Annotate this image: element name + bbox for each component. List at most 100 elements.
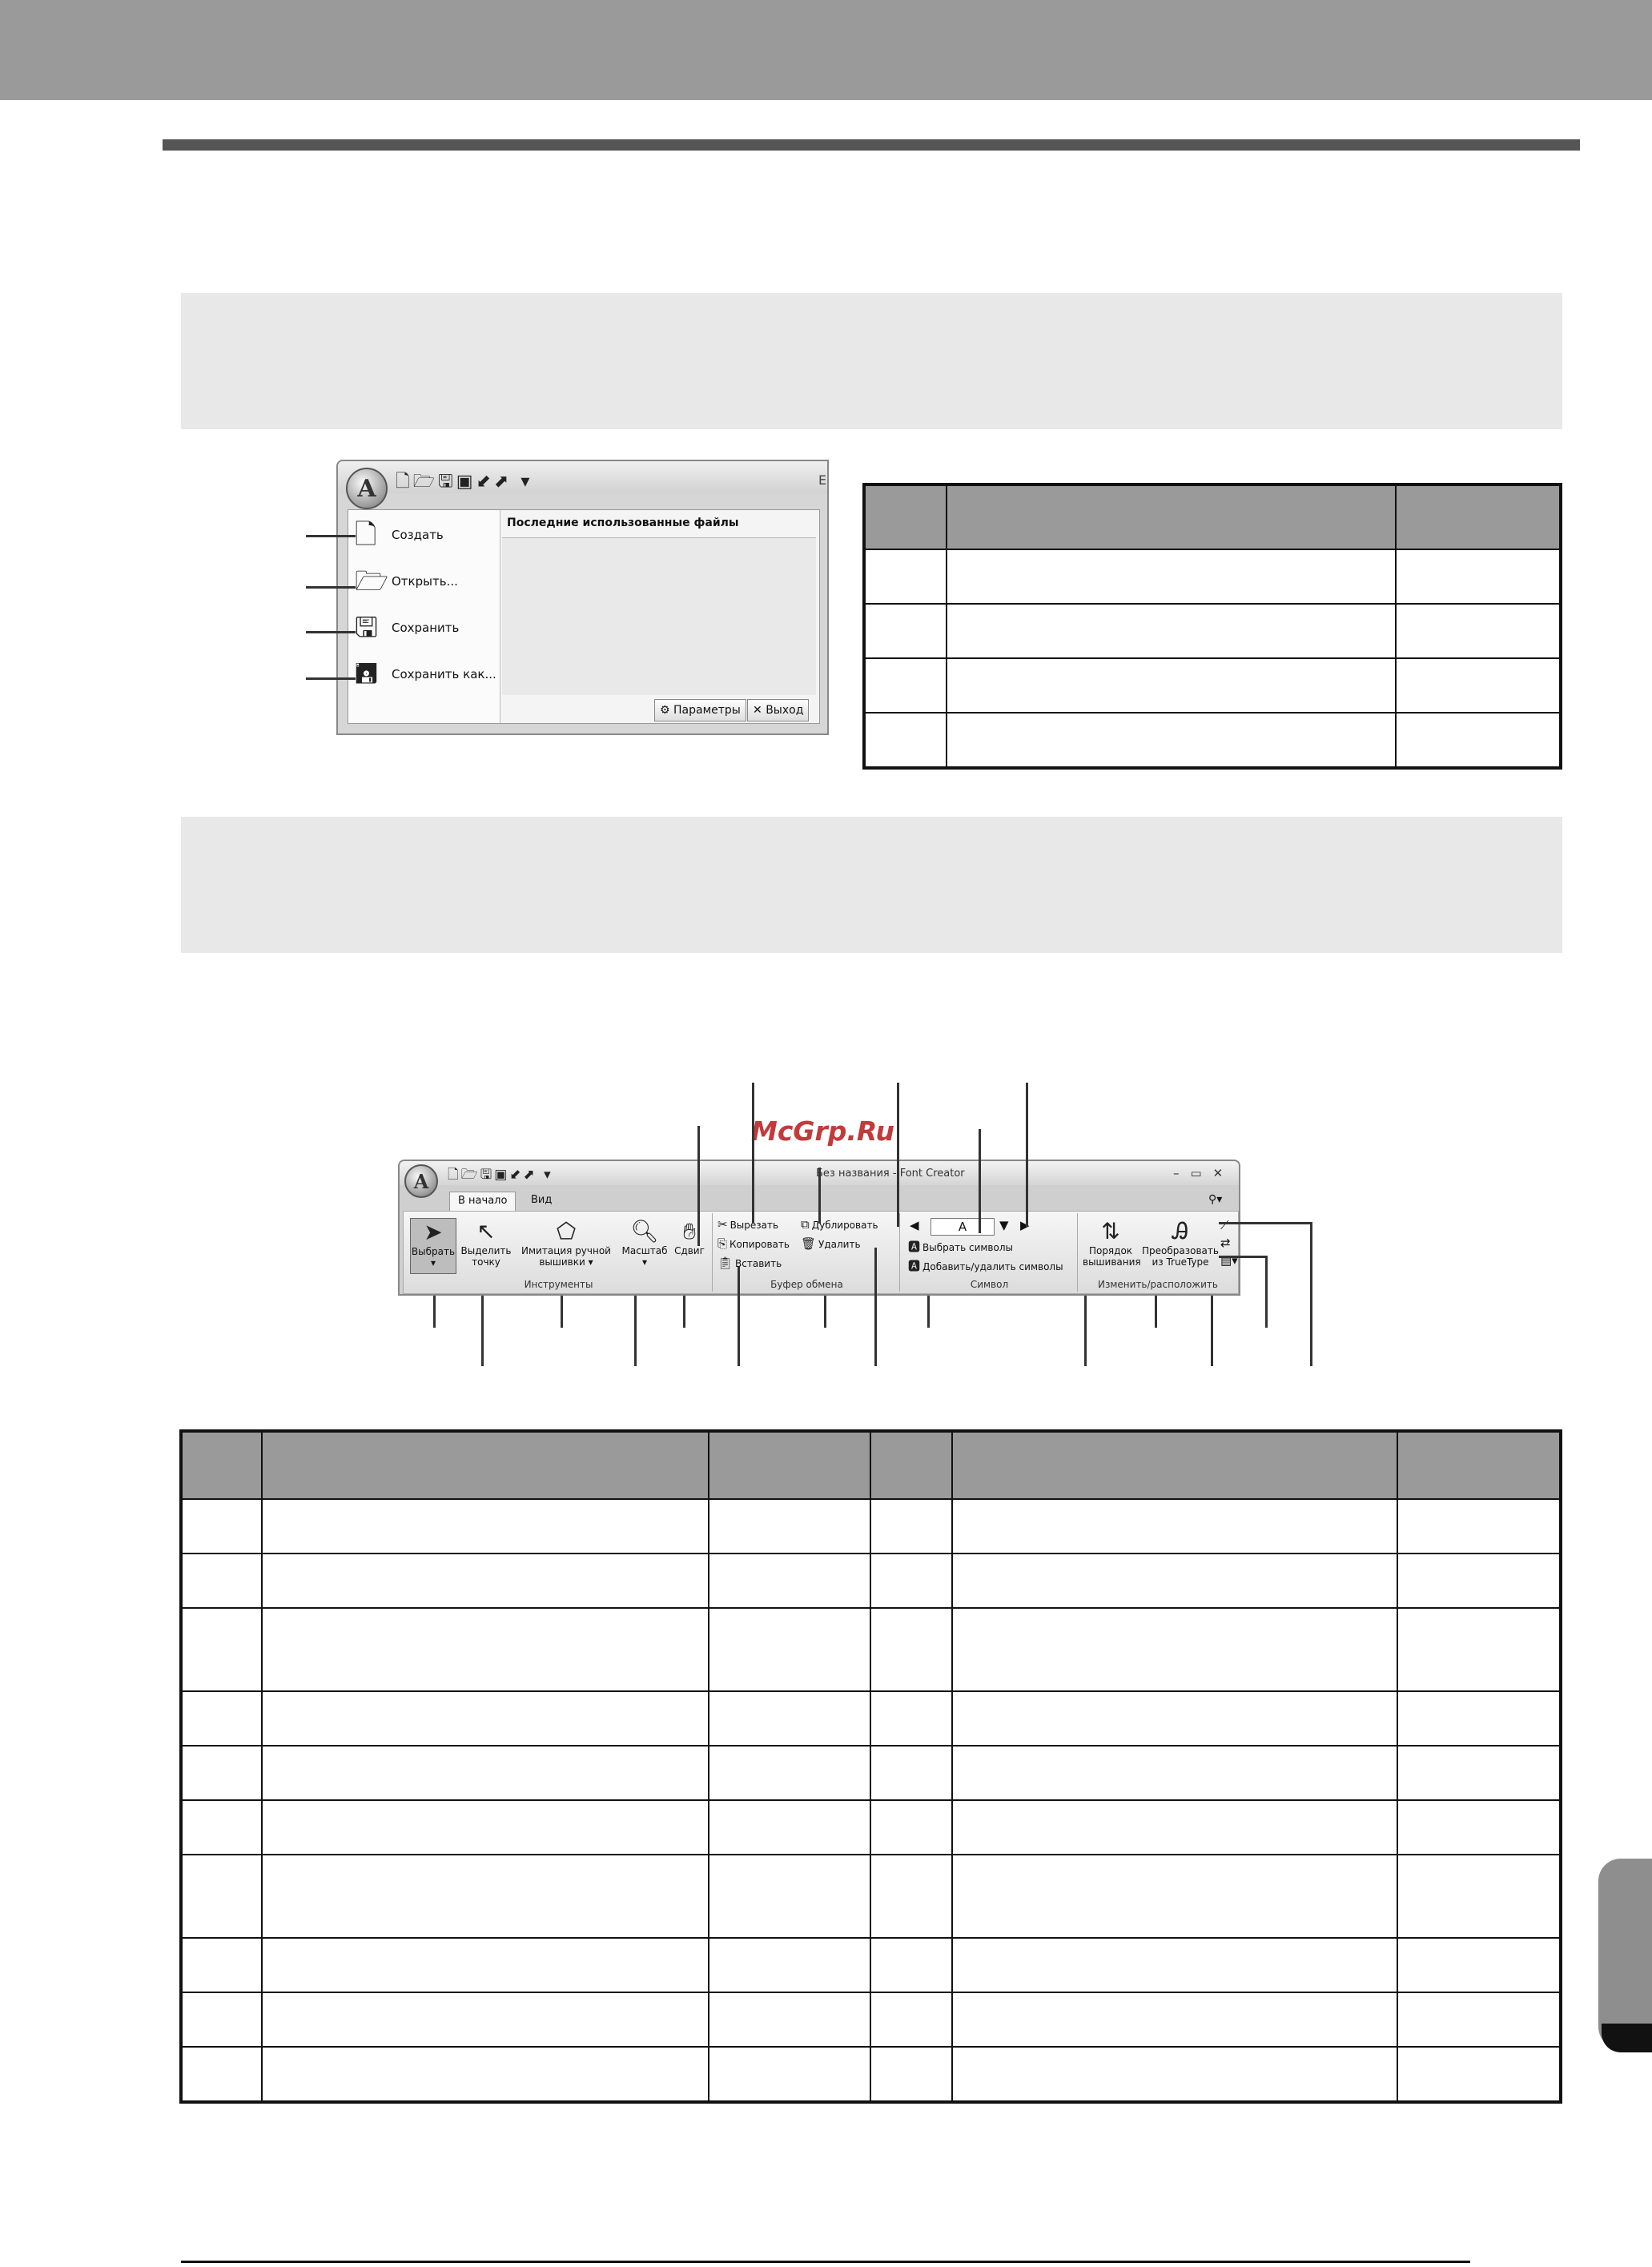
- callout-leader: [306, 586, 356, 589]
- stitch-order-button[interactable]: ⇅ Порядок вышивания: [1083, 1218, 1141, 1268]
- zoom-button[interactable]: 🔍︎ Масштаб ▾: [620, 1218, 669, 1268]
- choose-symbols-button[interactable]: 🅰︎ Выбрать символы: [908, 1239, 1013, 1256]
- add-remove-symbols-button[interactable]: 🅰︎ Добавить/удалить символы: [908, 1258, 1063, 1275]
- window-controls[interactable]: –▭✕: [1173, 1166, 1234, 1180]
- table-row: [180, 1498, 1562, 1554]
- callout-leader: [1026, 1083, 1028, 1227]
- duplicate-button[interactable]: ⧉ Дублировать: [801, 1216, 878, 1233]
- callout-leader: [306, 631, 356, 633]
- params-button[interactable]: ⚙ Параметры: [654, 699, 746, 722]
- ribbon-table: [179, 1429, 1562, 2104]
- callout-leader: [481, 1296, 484, 1366]
- callout-leader: [874, 1248, 877, 1366]
- prev-symbol-icon[interactable]: ◀: [910, 1218, 919, 1232]
- table-row: [180, 1799, 1562, 1855]
- select-point-icon: ↖: [476, 1218, 496, 1244]
- open-folder-icon: 🗁: [355, 565, 389, 597]
- arrow-cursor-icon: ➤: [424, 1219, 443, 1245]
- magnifier-icon: 🔍︎: [630, 1218, 659, 1244]
- group-label: Инструменты: [524, 1279, 593, 1290]
- help-icon[interactable]: ⚲▾: [1208, 1193, 1222, 1206]
- footer-rule: [181, 2261, 1470, 2263]
- select-point-button[interactable]: ↖ Выделить точку: [460, 1218, 512, 1268]
- quick-access-icons[interactable]: 🗋🗁🖫▣⬋⬈ ▾: [396, 468, 533, 498]
- quick-access-icons[interactable]: 🗋🗁🖫▣⬋⬈ ▾: [448, 1164, 553, 1188]
- paste-button[interactable]: 📋︎ Вставить: [717, 1255, 782, 1272]
- symbol-field[interactable]: A: [931, 1218, 995, 1236]
- callout-leader: [979, 1129, 981, 1233]
- table-row: [863, 712, 1562, 769]
- trash-icon: 🗑︎: [801, 1236, 817, 1251]
- group-modify: ⇅ Порядок вышивания Ꭿ Преобразовать из T…: [1079, 1213, 1238, 1292]
- hand-stitch-icon: ⬠: [556, 1218, 577, 1244]
- table-row: [863, 549, 1562, 605]
- callout-leader: [306, 677, 356, 680]
- menu-item-new[interactable]: 🗋 Создать: [348, 515, 500, 557]
- application-button[interactable]: A: [404, 1164, 438, 1198]
- header-rule: [163, 139, 1580, 151]
- group-symbol: ◀ A ▼ ▶ 🅰︎ Выбрать символы 🅰︎ Добавить/уда…: [902, 1213, 1078, 1292]
- table-row: [863, 657, 1562, 713]
- copy-icon: ⎘: [717, 1236, 728, 1251]
- menu-commands: 🗋 Создать 🗁 Открыть... 🖫 Сохранить 🖪 Сох…: [348, 510, 500, 723]
- watermark: McGrp.Ru: [751, 1115, 895, 1147]
- exit-button[interactable]: ✕ Выход: [747, 699, 810, 722]
- chapter-side-tab: [1598, 1859, 1652, 2049]
- copy-button[interactable]: ⎘ Копировать: [717, 1236, 790, 1252]
- table-row: [863, 603, 1562, 659]
- gear-icon: ⚙: [660, 704, 674, 717]
- pan-button[interactable]: ✋︎ Сдвиг: [669, 1218, 709, 1256]
- group-label: Буфер обмена: [770, 1279, 843, 1290]
- tab-view[interactable]: Вид: [523, 1192, 560, 1211]
- callout-leader: [634, 1296, 637, 1366]
- group-tools: ➤ Выбрать ▾ ↖ Выделить точку ⬠ Имитация …: [405, 1213, 713, 1292]
- menu-table: [862, 483, 1562, 770]
- title-fragment: E: [818, 472, 827, 488]
- menu-item-save-as[interactable]: 🖪 Сохранить как...: [348, 654, 500, 696]
- menu-item-open[interactable]: 🗁 Открыть...: [348, 561, 500, 603]
- ribbon-body: ➤ Выбрать ▾ ↖ Выделить точку ⬠ Имитация …: [403, 1211, 1239, 1294]
- truetype-icon: Ꭿ: [1172, 1218, 1189, 1244]
- callout-leader: [1219, 1222, 1312, 1224]
- table-row: [180, 1992, 1562, 2048]
- convert-truetype-button[interactable]: Ꭿ Преобразовать из TrueType: [1140, 1218, 1220, 1268]
- table-header-row: [863, 484, 1562, 550]
- symbol-dropdown-icon[interactable]: ▼: [999, 1218, 1009, 1232]
- callout-leader: [818, 1168, 821, 1224]
- header-band: [0, 0, 1652, 100]
- cut-button[interactable]: ✂ Вырезать: [717, 1216, 778, 1233]
- table-row: [180, 1607, 1562, 1692]
- application-menu: 🗋 Создать 🗁 Открыть... 🖫 Сохранить 🖪 Сох…: [348, 509, 820, 724]
- menu-item-save[interactable]: 🖫 Сохранить: [348, 608, 500, 649]
- application-menu-screenshot: 🗋🗁🖫▣⬋⬈ ▾ E A 🗋 Создать 🗁 Открыть... 🖫 Со…: [336, 460, 829, 735]
- select-button[interactable]: ➤ Выбрать ▾: [410, 1218, 456, 1274]
- note-box-middle: [181, 817, 1562, 953]
- table-row: [180, 1937, 1562, 1993]
- application-button[interactable]: A: [346, 468, 388, 509]
- callout-leader: [683, 1296, 685, 1328]
- callout-leader: [561, 1296, 563, 1328]
- recent-files-list[interactable]: [502, 538, 816, 695]
- callout-leader: [306, 535, 356, 537]
- callout-leader: [738, 1267, 740, 1366]
- group-label: Изменить/расположить: [1098, 1279, 1218, 1290]
- font-box-icon: 🅰︎: [908, 1259, 921, 1273]
- tab-home[interactable]: В начало: [449, 1192, 517, 1211]
- delete-button[interactable]: 🗑︎ Удалить: [801, 1236, 861, 1252]
- callout-leader: [1219, 1256, 1268, 1258]
- table-row: [180, 1854, 1562, 1939]
- callout-leader: [1155, 1296, 1157, 1328]
- table-row: [180, 1553, 1562, 1609]
- save-as-disk-icon: 🖪: [355, 658, 378, 690]
- group-clipboard: ✂ Вырезать ⧉ Дублировать ⎘ Копировать 🗑︎ Уда…: [714, 1213, 900, 1292]
- callout-leader: [1310, 1222, 1312, 1366]
- table-row: [180, 2046, 1562, 2103]
- callout-leader: [1265, 1256, 1268, 1328]
- callout-leader: [824, 1296, 826, 1328]
- scissors-icon: ✂: [717, 1217, 728, 1232]
- new-document-icon: 🗋: [355, 519, 377, 551]
- hand-stitch-button[interactable]: ⬠ Имитация ручной вышивки ▾: [516, 1218, 617, 1268]
- group-label: Символ: [970, 1279, 1009, 1290]
- callout-leader: [697, 1126, 700, 1246]
- callout-leader: [1211, 1296, 1213, 1366]
